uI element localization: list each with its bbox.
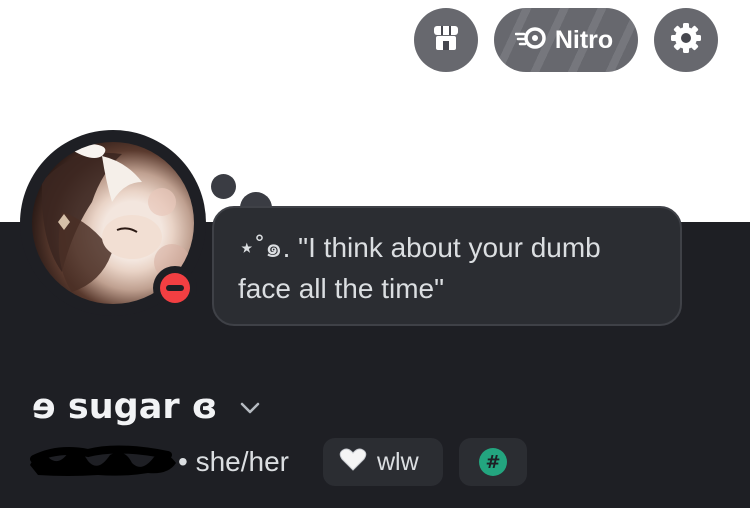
- settings-button[interactable]: [654, 8, 718, 72]
- shop-button[interactable]: [414, 8, 478, 72]
- do-not-disturb-status-icon: [160, 273, 190, 303]
- custom-status-bubble[interactable]: ⋆˚๑. "I think about your dumb face all t…: [212, 206, 682, 326]
- tag-wlw-label: wlw: [377, 447, 419, 476]
- display-name[interactable]: ɘ sugar ɞ: [32, 385, 217, 429]
- username-redacted: [28, 443, 178, 479]
- hashtag-icon: #: [479, 448, 507, 476]
- tag-wlw[interactable]: wlw: [323, 438, 443, 486]
- shop-icon: [431, 23, 461, 57]
- tag-hashtag[interactable]: #: [459, 438, 527, 486]
- nitro-icon: [514, 26, 547, 54]
- gear-icon: [670, 22, 702, 58]
- nitro-button[interactable]: Nitro: [494, 8, 638, 72]
- nitro-label: Nitro: [554, 25, 614, 54]
- pronouns: • she/her: [178, 446, 289, 477]
- custom-status-text: ⋆˚๑. "I think about your dumb face all t…: [238, 232, 601, 304]
- white-heart-icon: [339, 448, 367, 476]
- thought-bubble-dot-small: [211, 174, 236, 199]
- chevron-down-icon[interactable]: [237, 398, 263, 418]
